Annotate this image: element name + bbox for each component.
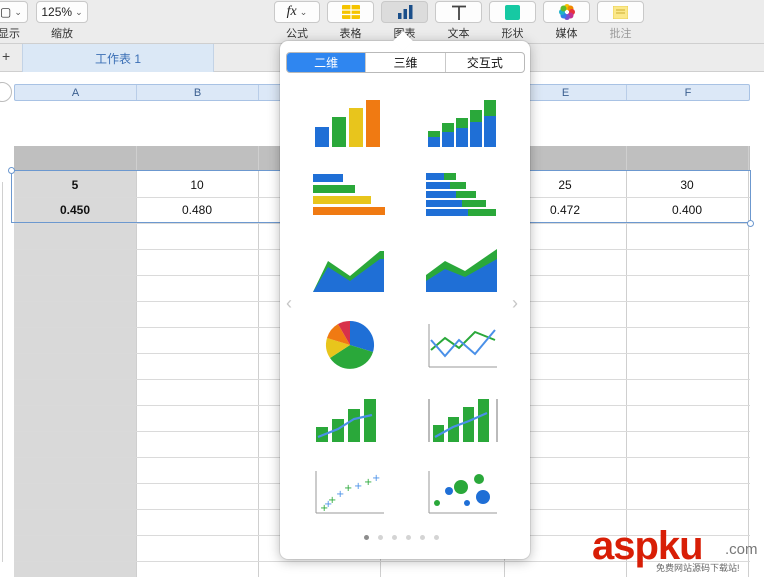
selection-handle[interactable]: [747, 220, 754, 227]
shape-button[interactable]: [489, 1, 536, 23]
cell-b2[interactable]: 0.480: [136, 198, 258, 222]
watermark-suffix: .com: [725, 541, 758, 558]
view-label: 显示: [0, 28, 20, 40]
svg-text:+: +: [324, 499, 332, 510]
line-chart-icon[interactable]: [423, 316, 503, 374]
stacked-bar-chart-icon[interactable]: [423, 169, 503, 227]
table-handle-button[interactable]: [0, 82, 12, 102]
photos-icon: [558, 4, 575, 20]
area-chart-icon[interactable]: [310, 241, 390, 299]
text-button[interactable]: [435, 1, 482, 23]
text-label: 文本: [447, 28, 470, 40]
chart-type-popover: 二维 三维 交互式 + + + + + + + + ‹ ›: [280, 31, 530, 559]
scatter-chart-icon[interactable]: + + + + + + + +: [310, 463, 390, 521]
formula-label: 公式: [286, 28, 308, 40]
page-dot[interactable]: [364, 535, 369, 540]
media-button[interactable]: [543, 1, 590, 23]
pie-chart-icon[interactable]: [310, 316, 390, 374]
page-dot[interactable]: [392, 535, 397, 540]
cell-a1[interactable]: 5: [14, 173, 136, 197]
toolbar: ▢⌄ 显示 125%⌄ 缩放 fx⌄ 公式 表格 图表 文本: [0, 0, 764, 44]
zoom-value: 125%: [41, 5, 73, 19]
view-icon: ▢: [0, 5, 12, 19]
chart-button[interactable]: [381, 1, 428, 23]
cell-b1[interactable]: 10: [136, 173, 258, 197]
function-icon: fx: [286, 4, 297, 19]
chevron-down-icon: ⌄: [75, 6, 83, 17]
page-dot[interactable]: [434, 535, 439, 540]
shape-icon: [505, 4, 520, 20]
bubble-chart-icon[interactable]: [423, 463, 503, 521]
cell-f1[interactable]: 30: [626, 173, 748, 197]
column-header-f[interactable]: F: [627, 85, 749, 100]
chart-dimension-segmented-control: 二维 三维 交互式: [286, 52, 525, 73]
watermark: aspku .com 免费网站源码下载站!: [592, 524, 764, 577]
formula-button[interactable]: fx ⌄: [274, 1, 320, 23]
cell-a2[interactable]: 0.450: [14, 198, 136, 222]
stacked-area-chart-icon[interactable]: [423, 241, 503, 299]
bar-chart-icon[interactable]: [310, 169, 390, 227]
stacked-column-chart-icon[interactable]: [423, 96, 503, 154]
page-dot[interactable]: [406, 535, 411, 540]
table-icon: [341, 5, 360, 19]
mixed-chart-icon[interactable]: [310, 391, 390, 449]
view-button[interactable]: ▢ ⌄: [0, 1, 28, 23]
add-sheet-icon[interactable]: +: [2, 48, 10, 64]
text-icon: [451, 5, 466, 20]
comment-button[interactable]: [597, 1, 644, 23]
svg-text:+: +: [344, 483, 352, 494]
comment-icon: [613, 5, 628, 19]
chart-icon: [397, 5, 412, 19]
row-gutter: [0, 182, 3, 562]
column-header-b[interactable]: B: [137, 85, 259, 100]
chevron-down-icon: ⌄: [299, 6, 308, 17]
table-button[interactable]: [327, 1, 374, 23]
svg-text:+: +: [372, 473, 380, 484]
page-dot[interactable]: [420, 535, 425, 540]
grid-line: [258, 146, 259, 577]
comment-label: 批注: [609, 28, 632, 40]
tab-interactive[interactable]: 交互式: [446, 53, 524, 72]
media-label: 媒体: [555, 28, 578, 40]
column-header-a[interactable]: A: [15, 85, 137, 100]
header-column: [14, 170, 136, 577]
table-label: 表格: [339, 28, 362, 40]
column-chart-icon[interactable]: [310, 96, 390, 154]
zoom-button[interactable]: 125% ⌄: [36, 1, 88, 23]
watermark-tagline: 免费网站源码下载站!: [656, 563, 740, 573]
grid-line: [748, 146, 749, 577]
two-axis-chart-icon[interactable]: [423, 391, 503, 449]
chevron-left-icon[interactable]: ‹: [286, 293, 292, 314]
zoom-label: 缩放: [51, 28, 73, 40]
page-indicator: [364, 535, 439, 540]
tab-3d[interactable]: 三维: [366, 53, 446, 72]
tab-2d[interactable]: 二维: [287, 53, 367, 72]
chevron-right-icon[interactable]: ›: [512, 293, 518, 314]
selection-handle[interactable]: [8, 167, 15, 174]
page-dot[interactable]: [378, 535, 383, 540]
sheet-tab[interactable]: 工作表 1: [22, 44, 214, 72]
chevron-down-icon: ⌄: [14, 6, 22, 17]
svg-text:+: +: [354, 481, 362, 492]
cell-f2[interactable]: 0.400: [626, 198, 748, 222]
shape-label: 形状: [501, 28, 524, 40]
